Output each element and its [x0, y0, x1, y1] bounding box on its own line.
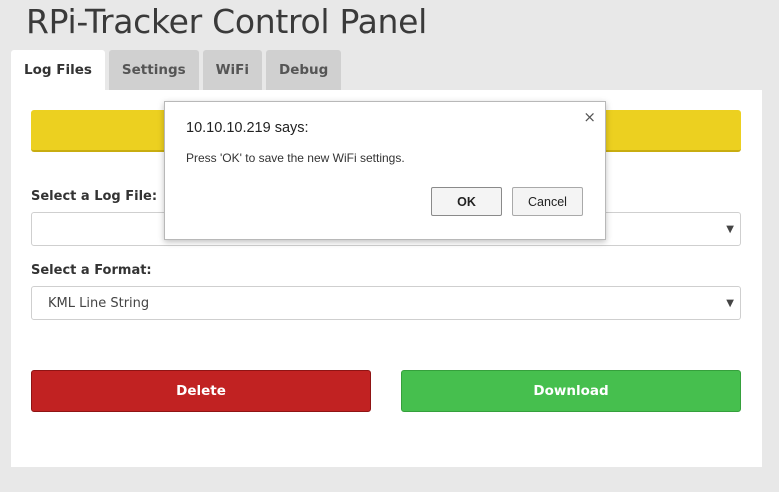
tab-log-files[interactable]: Log Files	[11, 50, 105, 90]
tab-bar: Log Files Settings WiFi Debug	[11, 50, 345, 90]
chevron-down-icon: ▼	[726, 298, 734, 309]
ok-button[interactable]: OK	[431, 187, 502, 216]
select-format-label: Select a Format:	[31, 263, 152, 278]
page-title: RPi-Tracker Control Panel	[26, 2, 427, 41]
dialog-title: 10.10.10.219 says:	[186, 120, 309, 136]
close-icon[interactable]: ×	[583, 108, 596, 126]
cancel-button[interactable]: Cancel	[512, 187, 583, 216]
format-select[interactable]: KML Line String ▼	[31, 286, 741, 320]
download-button[interactable]: Download	[401, 370, 741, 412]
tab-debug[interactable]: Debug	[266, 50, 342, 90]
page: RPi-Tracker Control Panel Log Files Sett…	[0, 0, 779, 492]
delete-button[interactable]: Delete	[31, 370, 371, 412]
tab-wifi[interactable]: WiFi	[202, 50, 263, 90]
tab-settings[interactable]: Settings	[108, 50, 199, 90]
select-log-file-label: Select a Log File:	[31, 189, 158, 204]
chevron-down-icon: ▼	[726, 224, 734, 235]
dialog-message: Press 'OK' to save the new WiFi settings…	[186, 151, 405, 165]
format-select-value: KML Line String	[48, 295, 150, 311]
confirm-dialog: 10.10.10.219 says: × Press 'OK' to save …	[164, 101, 606, 240]
